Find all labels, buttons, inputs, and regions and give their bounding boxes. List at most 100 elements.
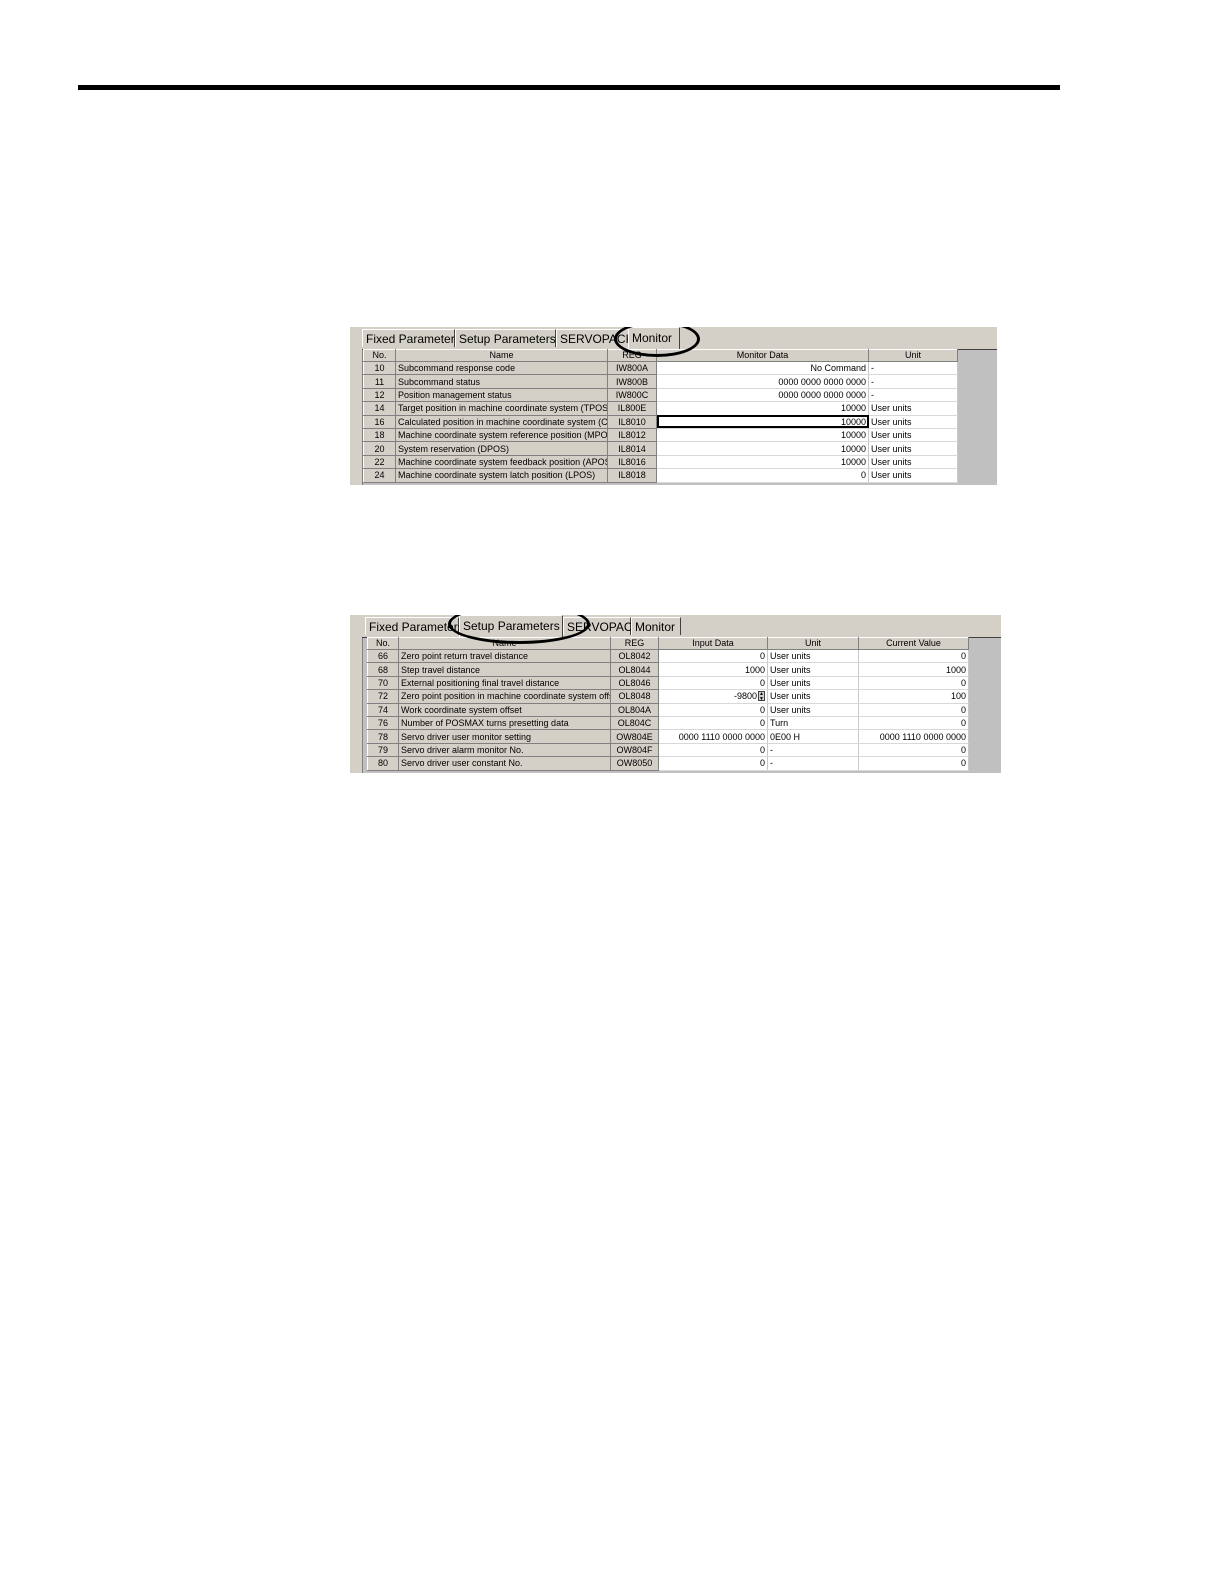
input-data-cell[interactable]: 0 xyxy=(658,676,768,691)
row-no: 70 xyxy=(367,675,399,691)
row-reg: IL8012 xyxy=(607,427,657,443)
row-no: 11 xyxy=(363,374,396,389)
unit-cell: User units xyxy=(767,689,859,704)
row-name: Target position in machine coordinate sy… xyxy=(395,401,608,416)
unit-cell: - xyxy=(868,388,958,403)
tab-monitor[interactable]: Monitor xyxy=(628,327,680,349)
tab-setup-parameters[interactable]: Setup Parameters xyxy=(459,615,563,637)
input-data-cell[interactable]: 1000 xyxy=(658,662,768,677)
row-no: 12 xyxy=(363,387,396,403)
row-no: 18 xyxy=(363,427,396,443)
input-data-value[interactable]: -9800 xyxy=(734,690,757,702)
row-name: Subcommand response code xyxy=(395,360,608,376)
table-row[interactable]: 22 Machine coordinate system feedback pos… xyxy=(363,454,958,470)
table-row[interactable]: 76 Number of POSMAX turns presetting data… xyxy=(367,715,969,731)
row-name: Machine coordinate system reference posi… xyxy=(395,427,608,443)
unit-cell: User units xyxy=(767,662,859,677)
column-header-monitor-data[interactable]: Monitor Data xyxy=(656,349,869,362)
row-reg: OL804A xyxy=(610,702,659,717)
unit-cell: User units xyxy=(868,455,958,470)
row-reg: IW800C xyxy=(607,387,657,403)
table-row[interactable]: 72 Zero point position in machine coordin… xyxy=(367,689,969,704)
row-name: Servo driver user constant No. xyxy=(398,756,611,771)
table-row[interactable]: 24 Machine coordinate system latch positi… xyxy=(363,468,958,483)
table-row[interactable]: 66 Zero point return travel distance OL804… xyxy=(367,648,969,664)
input-data-cell[interactable]: 0 xyxy=(658,649,768,664)
row-name: Servo driver alarm monitor No. xyxy=(398,742,611,758)
spinner-arrows-icon[interactable]: ▲ ▼ xyxy=(758,691,765,702)
column-header-reg[interactable]: REG xyxy=(607,349,657,362)
row-no: 80 xyxy=(367,756,399,771)
setup-parameters-grid: No. Name REG Input Data Unit Current Val… xyxy=(367,637,969,771)
monitor-data-cell: No Command xyxy=(656,361,869,376)
input-data-cell[interactable]: 0 xyxy=(658,743,768,758)
input-data-cell[interactable]: 0 xyxy=(658,703,768,717)
tab-strip: Fixed Parameters Setup Parameters SERVOP… xyxy=(362,327,997,350)
monitor-data-cell: 0000 0000 0000 0000 xyxy=(656,388,869,403)
input-data-cell[interactable]: 0 xyxy=(658,716,768,731)
unit-cell: User units xyxy=(868,441,958,456)
row-name: Number of POSMAX turns presetting data xyxy=(398,715,611,731)
table-row[interactable]: 68 Step travel distance OL8044 1000 User uni… xyxy=(367,662,969,677)
table-row[interactable]: 74 Work coordinate system offset OL804A 0 Us… xyxy=(367,702,969,717)
current-value-cell: 0 xyxy=(858,756,969,771)
column-header-input-data[interactable]: Input Data xyxy=(658,637,768,650)
column-header-unit[interactable]: Unit xyxy=(868,349,958,362)
row-no: 66 xyxy=(367,648,399,664)
row-reg: OW804E xyxy=(610,729,659,744)
unit-cell: - xyxy=(767,756,859,771)
table-row[interactable]: 11 Subcommand status IW800B 0000 0000 0000 … xyxy=(363,374,958,389)
column-header-name[interactable]: Name xyxy=(398,637,611,650)
unit-cell: User units xyxy=(868,428,958,443)
table-row[interactable]: 79 Servo driver alarm monitor No. OW804F 0-… xyxy=(367,742,969,758)
row-reg: IL800E xyxy=(607,401,657,416)
panel-left-border xyxy=(350,615,363,773)
row-reg: OL8048 xyxy=(610,689,659,704)
column-header-name[interactable]: Name xyxy=(395,349,608,362)
row-name: Machine coordinate system feedback posit… xyxy=(395,454,608,470)
table-row[interactable]: 78 Servo driver user monitor setting OW804… xyxy=(367,729,969,744)
table-row[interactable]: 20 System reservation (DPOS) IL8014 10000 Us… xyxy=(363,441,958,456)
row-name: Work coordinate system offset xyxy=(398,702,611,717)
tab-strip: Fixed Parameters Setup Parameters SERVOP… xyxy=(362,615,1001,638)
tab-monitor[interactable]: Monitor xyxy=(631,617,681,635)
table-row[interactable]: 10 Subcommand response code IW800A No Comma… xyxy=(363,360,958,376)
table-row[interactable]: 16 Calculated position in machine coordin… xyxy=(363,414,958,429)
tab-servopack[interactable]: SERVOPACK xyxy=(556,329,634,347)
tab-fixed-parameters[interactable]: Fixed Parameters xyxy=(365,617,464,635)
current-value-cell: 0 xyxy=(858,743,969,758)
input-data-spinner-cell[interactable]: -9800 ▲ ▼ xyxy=(658,689,768,704)
table-row[interactable]: 18 Machine coordinate system reference po… xyxy=(363,427,958,443)
input-data-cell[interactable]: 0 xyxy=(658,756,768,771)
row-name: External positioning final travel distan… xyxy=(398,675,611,691)
table-row[interactable]: 12 Position management status IW800C 0000 0… xyxy=(363,387,958,403)
row-reg: IW800A xyxy=(607,360,657,376)
row-no: 68 xyxy=(367,662,399,677)
tab-fixed-parameters[interactable]: Fixed Parameters xyxy=(362,329,461,347)
monitor-tab-panel: Fixed Parameters Setup Parameters SERVOP… xyxy=(350,327,997,485)
column-header-current-value[interactable]: Current Value xyxy=(858,637,969,650)
tab-servopack[interactable]: SERVOPACK xyxy=(563,617,641,635)
row-name: Position management status xyxy=(395,387,608,403)
table-row[interactable]: 14 Target position in machine coordinate … xyxy=(363,401,958,416)
column-header-no[interactable]: No. xyxy=(363,349,396,362)
column-header-unit[interactable]: Unit xyxy=(767,637,859,650)
column-header-no[interactable]: No. xyxy=(367,637,399,650)
row-name: Calculated position in machine coordinat… xyxy=(395,414,608,429)
panel-left-border xyxy=(350,327,363,485)
row-no: 14 xyxy=(363,401,396,416)
tab-setup-parameters[interactable]: Setup Parameters xyxy=(455,329,556,347)
row-reg: OW804F xyxy=(610,742,659,758)
row-no: 22 xyxy=(363,454,396,470)
setup-parameters-tab-panel: Fixed Parameters Setup Parameters SERVOP… xyxy=(350,615,1001,773)
table-row[interactable]: 80 Servo driver user constant No. OW8050 0-… xyxy=(367,756,969,771)
row-reg: IL8014 xyxy=(607,441,657,456)
current-value-cell: 0 xyxy=(858,649,969,664)
current-value-cell: 0000 1110 0000 0000 xyxy=(858,729,969,744)
table-row[interactable]: 70 External positioning final travel dist… xyxy=(367,675,969,691)
unit-cell: Turn xyxy=(767,716,859,731)
input-data-cell[interactable]: 0000 1110 0000 0000 xyxy=(658,729,768,744)
column-header-reg[interactable]: REG xyxy=(610,637,659,650)
row-name: Machine coordinate system latch position… xyxy=(395,468,608,483)
selected-monitor-data-cell[interactable]: 10000 xyxy=(656,415,869,429)
